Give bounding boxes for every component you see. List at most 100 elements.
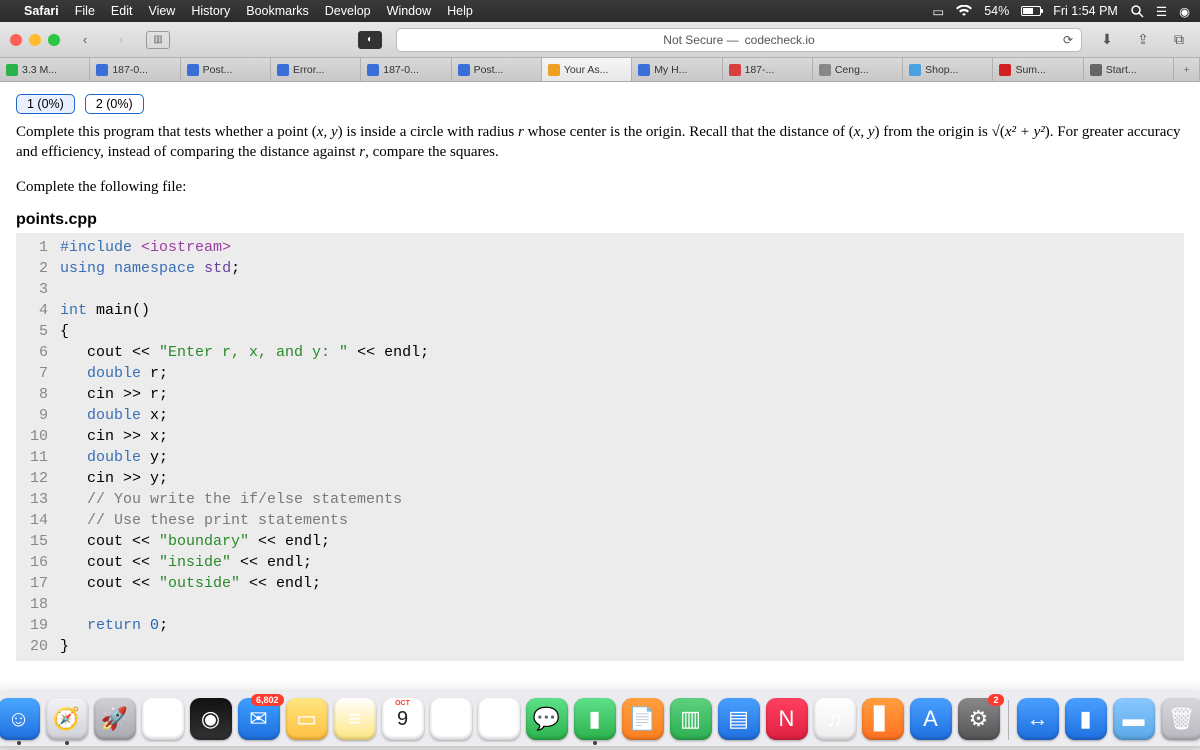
code-text[interactable]: cout << "outside" << endl; — [60, 573, 321, 594]
browser-tab[interactable]: Error... — [271, 58, 361, 81]
control-center-icon[interactable]: ☰ — [1156, 4, 1167, 19]
spotlight-icon[interactable] — [1130, 4, 1144, 18]
code-text[interactable]: } — [60, 636, 69, 657]
code-text[interactable]: // You write the if/else statements — [60, 489, 402, 510]
dock-messages[interactable]: 💬 — [526, 698, 568, 740]
code-text[interactable]: cin >> r; — [60, 384, 168, 405]
code-line[interactable]: 20} — [16, 636, 1184, 657]
test-tab[interactable]: 2 (0%) — [85, 94, 144, 114]
browser-tab[interactable]: Your As... — [542, 58, 632, 81]
dock-teamviewer[interactable]: ↔ — [1017, 698, 1059, 740]
browser-tab[interactable]: Start... — [1084, 58, 1174, 81]
zoom-window-button[interactable] — [48, 34, 60, 46]
sidebar-toggle-button[interactable]: ▥ — [146, 31, 170, 49]
code-line[interactable]: 2using namespace std; — [16, 258, 1184, 279]
dock-chrome[interactable]: ◐ — [142, 698, 184, 740]
dock-calendar[interactable]: OCT9 — [382, 698, 424, 740]
code-text[interactable]: cin >> y; — [60, 468, 168, 489]
dock-keynote[interactable]: ▤ — [718, 698, 760, 740]
reload-button[interactable]: ⟳ — [1063, 33, 1073, 47]
dock-folder[interactable]: ▬ — [1113, 698, 1155, 740]
code-line[interactable]: 18 — [16, 594, 1184, 615]
menu-window[interactable]: Window — [387, 4, 431, 18]
dock-camera[interactable]: ▮ — [1065, 698, 1107, 740]
app-menu[interactable]: Safari — [24, 4, 59, 18]
back-button[interactable]: ‹ — [74, 30, 96, 50]
code-text[interactable]: cout << "boundary" << endl; — [60, 531, 330, 552]
code-text[interactable]: // Use these print statements — [60, 510, 348, 531]
code-editor[interactable]: 1#include <iostream>2using namespace std… — [16, 233, 1184, 661]
dock-finder[interactable]: ☺ — [0, 698, 40, 740]
code-text[interactable]: #include <iostream> — [60, 237, 231, 258]
code-text[interactable]: double r; — [60, 363, 168, 384]
dock-news[interactable]: N — [766, 698, 808, 740]
dock-freeform[interactable]: ▭ — [286, 698, 328, 740]
code-line[interactable]: 4int main() — [16, 300, 1184, 321]
browser-tab[interactable]: 187-0... — [361, 58, 451, 81]
dock-books[interactable]: ▋ — [862, 698, 904, 740]
dock-photos[interactable]: ✿ — [478, 698, 520, 740]
code-text[interactable]: cin >> x; — [60, 426, 168, 447]
code-line[interactable]: 13 // You write the if/else statements — [16, 489, 1184, 510]
browser-tab[interactable]: Ceng... — [813, 58, 903, 81]
code-line[interactable]: 5{ — [16, 321, 1184, 342]
browser-tab[interactable]: Post... — [452, 58, 542, 81]
code-line[interactable]: 9 double x; — [16, 405, 1184, 426]
code-text[interactable]: using namespace std; — [60, 258, 240, 279]
code-line[interactable]: 1#include <iostream> — [16, 237, 1184, 258]
wifi-icon[interactable] — [956, 5, 972, 17]
dock-reminders[interactable]: ⋮⋮ — [430, 698, 472, 740]
dock-numbers[interactable]: ▥ — [670, 698, 712, 740]
browser-tab[interactable]: Sum... — [993, 58, 1083, 81]
battery-icon[interactable] — [1021, 6, 1041, 16]
menu-develop[interactable]: Develop — [325, 4, 371, 18]
dock-appstore[interactable]: A — [910, 698, 952, 740]
reader-button[interactable]: ◐ — [358, 31, 382, 49]
address-bar[interactable]: Not Secure — codecheck.io ⟳ — [396, 28, 1082, 52]
downloads-button[interactable]: ⬇ — [1096, 31, 1118, 48]
code-line[interactable]: 7 double r; — [16, 363, 1184, 384]
code-line[interactable]: 10 cin >> x; — [16, 426, 1184, 447]
code-text[interactable]: double y; — [60, 447, 168, 468]
test-tab[interactable]: 1 (0%) — [16, 94, 75, 114]
dock-siri[interactable]: ◉ — [190, 698, 232, 740]
siri-menu-icon[interactable]: ◉ — [1179, 4, 1190, 19]
share-button[interactable]: ⇪ — [1132, 31, 1154, 48]
code-line[interactable]: 8 cin >> r; — [16, 384, 1184, 405]
code-text[interactable]: double x; — [60, 405, 168, 426]
code-text[interactable]: return 0; — [60, 615, 168, 636]
new-tab-button[interactable]: + — [1174, 58, 1200, 81]
menu-view[interactable]: View — [148, 4, 175, 18]
code-line[interactable]: 19 return 0; — [16, 615, 1184, 636]
dock-notes[interactable]: ≡ — [334, 698, 376, 740]
code-line[interactable]: 17 cout << "outside" << endl; — [16, 573, 1184, 594]
minimize-window-button[interactable] — [29, 34, 41, 46]
dock-safari[interactable]: 🧭 — [46, 698, 88, 740]
browser-tab[interactable]: My H... — [632, 58, 722, 81]
code-line[interactable]: 14 // Use these print statements — [16, 510, 1184, 531]
code-line[interactable]: 11 double y; — [16, 447, 1184, 468]
clock[interactable]: Fri 1:54 PM — [1053, 4, 1118, 18]
code-line[interactable]: 16 cout << "inside" << endl; — [16, 552, 1184, 573]
browser-tab[interactable]: 187-0... — [90, 58, 180, 81]
code-line[interactable]: 15 cout << "boundary" << endl; — [16, 531, 1184, 552]
dock-pages[interactable]: 📄 — [622, 698, 664, 740]
menu-help[interactable]: Help — [447, 4, 473, 18]
code-line[interactable]: 12 cin >> y; — [16, 468, 1184, 489]
browser-tab[interactable]: 187-... — [723, 58, 813, 81]
code-text[interactable]: { — [60, 321, 69, 342]
code-text[interactable]: int main() — [60, 300, 150, 321]
browser-tab[interactable]: Shop... — [903, 58, 993, 81]
code-line[interactable]: 3 — [16, 279, 1184, 300]
screen-mirror-icon[interactable]: ▭ — [932, 4, 944, 19]
forward-button[interactable]: › — [110, 30, 132, 50]
code-text[interactable]: cout << "inside" << endl; — [60, 552, 312, 573]
code-line[interactable]: 6 cout << "Enter r, x, and y: " << endl; — [16, 342, 1184, 363]
dock-facetime[interactable]: ▮ — [574, 698, 616, 740]
close-window-button[interactable] — [10, 34, 22, 46]
menu-file[interactable]: File — [75, 4, 95, 18]
tabs-button[interactable]: ⧉ — [1168, 31, 1190, 48]
dock-music[interactable]: ♫ — [814, 698, 856, 740]
menu-edit[interactable]: Edit — [111, 4, 133, 18]
code-text[interactable]: cout << "Enter r, x, and y: " << endl; — [60, 342, 429, 363]
